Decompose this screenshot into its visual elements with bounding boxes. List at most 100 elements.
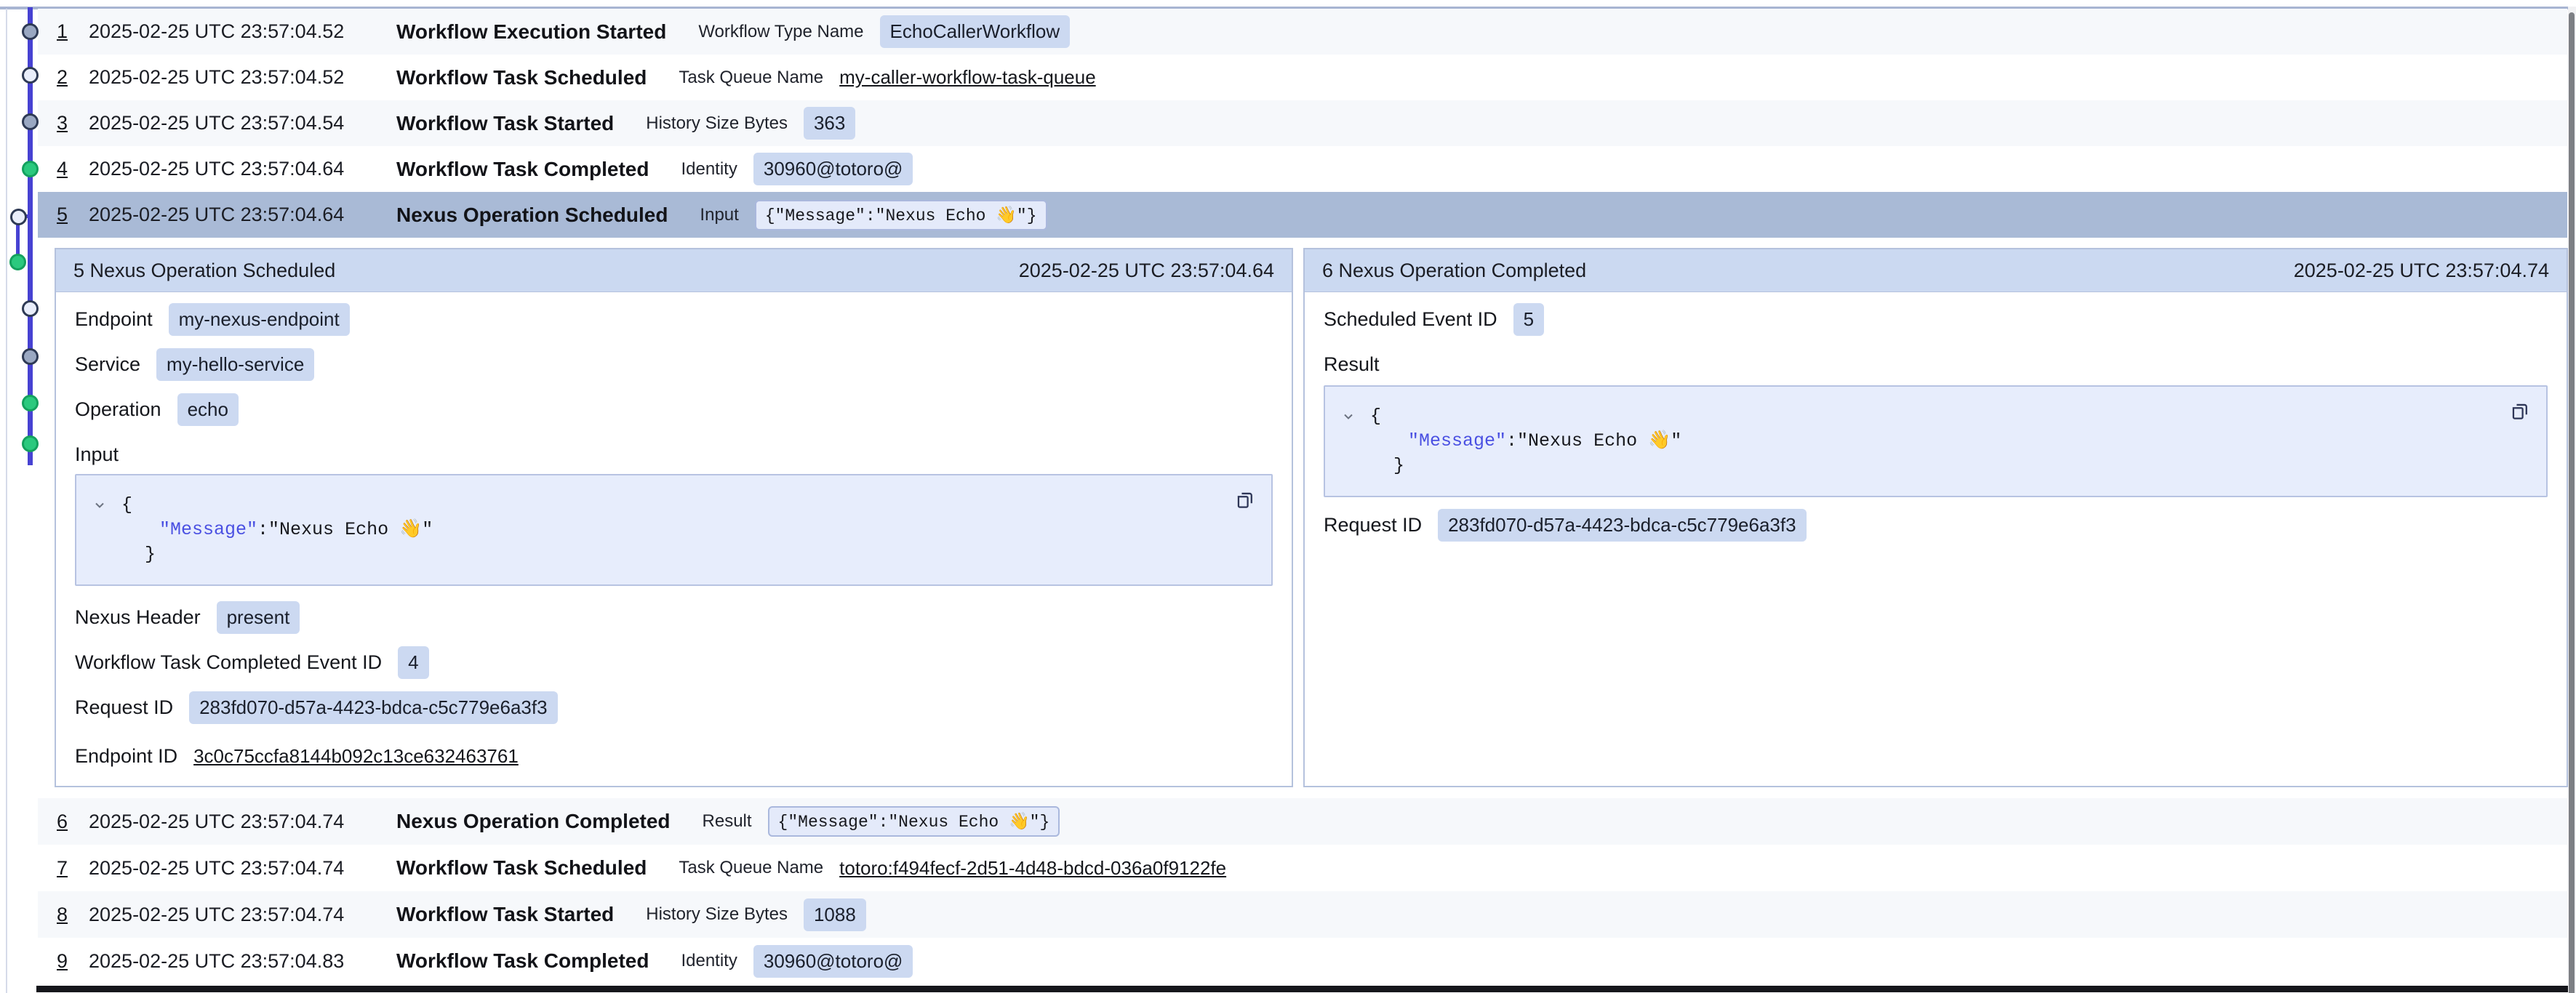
- field-value-badge: 5: [1513, 303, 1544, 336]
- workflow-event-history: 1 2025-02-25 UTC 23:57:04.52 Workflow Ex…: [0, 0, 2576, 993]
- event-row-9[interactable]: 9 2025-02-25 UTC 23:57:04.83 Workflow Ta…: [38, 938, 2567, 984]
- event-name: Nexus Operation Completed: [396, 810, 671, 833]
- event-attr-badge: 363: [804, 107, 855, 140]
- event-name: Workflow Task Started: [396, 112, 614, 135]
- field-operation: Operation echo: [75, 394, 1273, 425]
- detail-panel-title: 5 Nexus Operation Scheduled: [73, 260, 335, 282]
- timeline-dot-event-5[interactable]: [10, 209, 27, 225]
- event-row-1[interactable]: 1 2025-02-25 UTC 23:57:04.52 Workflow Ex…: [38, 9, 2567, 55]
- field-value-badge: my-hello-service: [156, 348, 314, 381]
- event-attr-badge: 30960@totoro@: [753, 153, 913, 185]
- event-attr-label: Workflow Type Name: [698, 22, 863, 42]
- field-label: Endpoint: [75, 308, 153, 331]
- event-attr-badge: 1088: [804, 898, 866, 931]
- result-label: Result: [1324, 352, 2548, 377]
- event-row-7[interactable]: 7 2025-02-25 UTC 23:57:04.74 Workflow Ta…: [38, 845, 2567, 891]
- timeline-dot-event-4[interactable]: [22, 161, 39, 177]
- detail-panel-nexus-scheduled: 5 Nexus Operation Scheduled 2025-02-25 U…: [55, 248, 1293, 787]
- detail-panel-title: 6 Nexus Operation Completed: [1322, 260, 1586, 282]
- event-timestamp: 2025-02-25 UTC 23:57:04.64: [89, 158, 396, 180]
- event-attr-label: Input: [700, 205, 738, 225]
- event-id-link[interactable]: 4: [57, 158, 89, 180]
- timeline-dot-event-3[interactable]: [22, 113, 39, 130]
- event-timestamp: 2025-02-25 UTC 23:57:04.54: [89, 112, 396, 134]
- event-id-link[interactable]: 5: [57, 204, 89, 226]
- json-line-message: "Message": "Nexus Echo 👋": [92, 518, 1252, 542]
- event-row-5-selected[interactable]: 5 2025-02-25 UTC 23:57:04.64 Nexus Opera…: [38, 192, 2567, 238]
- event-id-link[interactable]: 7: [57, 857, 89, 880]
- event-name: Workflow Task Completed: [396, 949, 649, 973]
- timeline-dot-event-2[interactable]: [22, 67, 39, 84]
- event-row-3[interactable]: 3 2025-02-25 UTC 23:57:04.54 Workflow Ta…: [38, 100, 2567, 146]
- event-attr-label: Task Queue Name: [679, 68, 823, 88]
- detail-panel-nexus-completed: 6 Nexus Operation Completed 2025-02-25 U…: [1303, 248, 2568, 787]
- event-name: Workflow Execution Started: [396, 20, 666, 44]
- copy-icon[interactable]: [1233, 489, 1257, 512]
- event-id-link[interactable]: 8: [57, 904, 89, 926]
- field-label: Endpoint ID: [75, 745, 177, 768]
- event-detail-group: 5 Nexus Operation Scheduled 2025-02-25 U…: [55, 248, 2568, 787]
- timeline-dot-event-8[interactable]: [22, 348, 39, 365]
- field-value-badge: 4: [398, 646, 428, 679]
- json-value: "Nexus Echo 👋": [1517, 429, 1681, 454]
- endpoint-id-link[interactable]: 3c0c75ccfa8144b092c13ce632463761: [193, 745, 519, 768]
- event-id-link[interactable]: 6: [57, 811, 89, 833]
- field-label: Scheduled Event ID: [1324, 308, 1497, 331]
- task-queue-link[interactable]: totoro:f494fecf-2d51-4d48-bdcd-036a0f912…: [839, 857, 1226, 880]
- scrollbar-thumb[interactable]: [2569, 12, 2575, 993]
- field-label: Service: [75, 353, 140, 376]
- event-attr-badge: EchoCallerWorkflow: [880, 15, 1071, 48]
- timeline-dot-event-7[interactable]: [22, 300, 39, 317]
- json-separator: :: [1506, 429, 1517, 454]
- event-attr-label: Identity: [681, 159, 737, 180]
- timeline-graph: [0, 0, 55, 993]
- scrollbar-track[interactable]: [2568, 7, 2576, 993]
- timeline-dot-event-1[interactable]: [22, 23, 39, 40]
- event-name: Workflow Task Scheduled: [396, 66, 647, 89]
- event-name: Workflow Task Completed: [396, 158, 649, 181]
- event-row-4[interactable]: 4 2025-02-25 UTC 23:57:04.64 Workflow Ta…: [38, 146, 2567, 192]
- field-endpoint-id: Endpoint ID 3c0c75ccfa8144b092c13ce63246…: [75, 743, 1273, 769]
- event-attr-badge: 30960@totoro@: [753, 945, 913, 978]
- field-label: Workflow Task Completed Event ID: [75, 651, 382, 674]
- event-id-link[interactable]: 3: [57, 112, 89, 134]
- json-line-open: {: [92, 493, 1252, 518]
- field-request-id: Request ID 283fd070-d57a-4423-bdca-c5c77…: [75, 692, 1273, 723]
- input-payload-codeblock: { "Message": "Nexus Echo 👋" }: [75, 474, 1273, 586]
- timeline-dot-event-10[interactable]: [22, 435, 39, 452]
- timeline-dot-event-6[interactable]: [9, 254, 26, 270]
- detail-panel-body: Endpoint my-nexus-endpoint Service my-he…: [56, 292, 1292, 786]
- detail-panel-header[interactable]: 6 Nexus Operation Completed 2025-02-25 U…: [1305, 249, 2567, 292]
- bottom-divider: [36, 986, 2569, 992]
- field-label: Request ID: [1324, 514, 1422, 536]
- collapse-chevron-icon[interactable]: [92, 498, 108, 512]
- event-timestamp: 2025-02-25 UTC 23:57:04.74: [89, 857, 396, 880]
- json-key: "Message": [1408, 429, 1506, 454]
- event-row-2[interactable]: 2 2025-02-25 UTC 23:57:04.52 Workflow Ta…: [38, 55, 2567, 100]
- field-service: Service my-hello-service: [75, 349, 1273, 379]
- event-id-link[interactable]: 1: [57, 20, 89, 43]
- field-value-badge: my-nexus-endpoint: [169, 303, 350, 336]
- event-attr-label: History Size Bytes: [646, 904, 788, 925]
- json-key: "Message": [159, 518, 257, 542]
- event-attr-label: History Size Bytes: [646, 113, 788, 134]
- copy-icon[interactable]: [2508, 400, 2532, 423]
- event-id-link[interactable]: 9: [57, 950, 89, 973]
- json-open-brace: {: [121, 493, 132, 518]
- detail-panel-header[interactable]: 5 Nexus Operation Scheduled 2025-02-25 U…: [56, 249, 1292, 292]
- json-value: "Nexus Echo 👋": [268, 518, 433, 542]
- field-value-badge: present: [217, 601, 300, 634]
- event-row-8[interactable]: 8 2025-02-25 UTC 23:57:04.74 Workflow Ta…: [38, 891, 2567, 938]
- event-name: Workflow Task Scheduled: [396, 856, 647, 880]
- collapse-chevron-icon[interactable]: [1341, 409, 1357, 424]
- event-payload-badge: {"Message":"Nexus Echo 👋"}: [755, 200, 1047, 230]
- timeline-dot-event-9[interactable]: [22, 395, 39, 411]
- detail-panel-body: Scheduled Event ID 5 Result { "Message":…: [1305, 292, 2567, 786]
- field-value-badge: 283fd070-d57a-4423-bdca-c5c779e6a3f3: [1438, 509, 1807, 542]
- field-value-badge: 283fd070-d57a-4423-bdca-c5c779e6a3f3: [189, 691, 558, 724]
- event-id-link[interactable]: 2: [57, 66, 89, 89]
- task-queue-link[interactable]: my-caller-workflow-task-queue: [839, 66, 1096, 89]
- event-row-6[interactable]: 6 2025-02-25 UTC 23:57:04.74 Nexus Opera…: [38, 798, 2567, 845]
- field-value-badge: echo: [177, 393, 239, 426]
- detail-panel-timestamp: 2025-02-25 UTC 23:57:04.64: [1019, 260, 1274, 282]
